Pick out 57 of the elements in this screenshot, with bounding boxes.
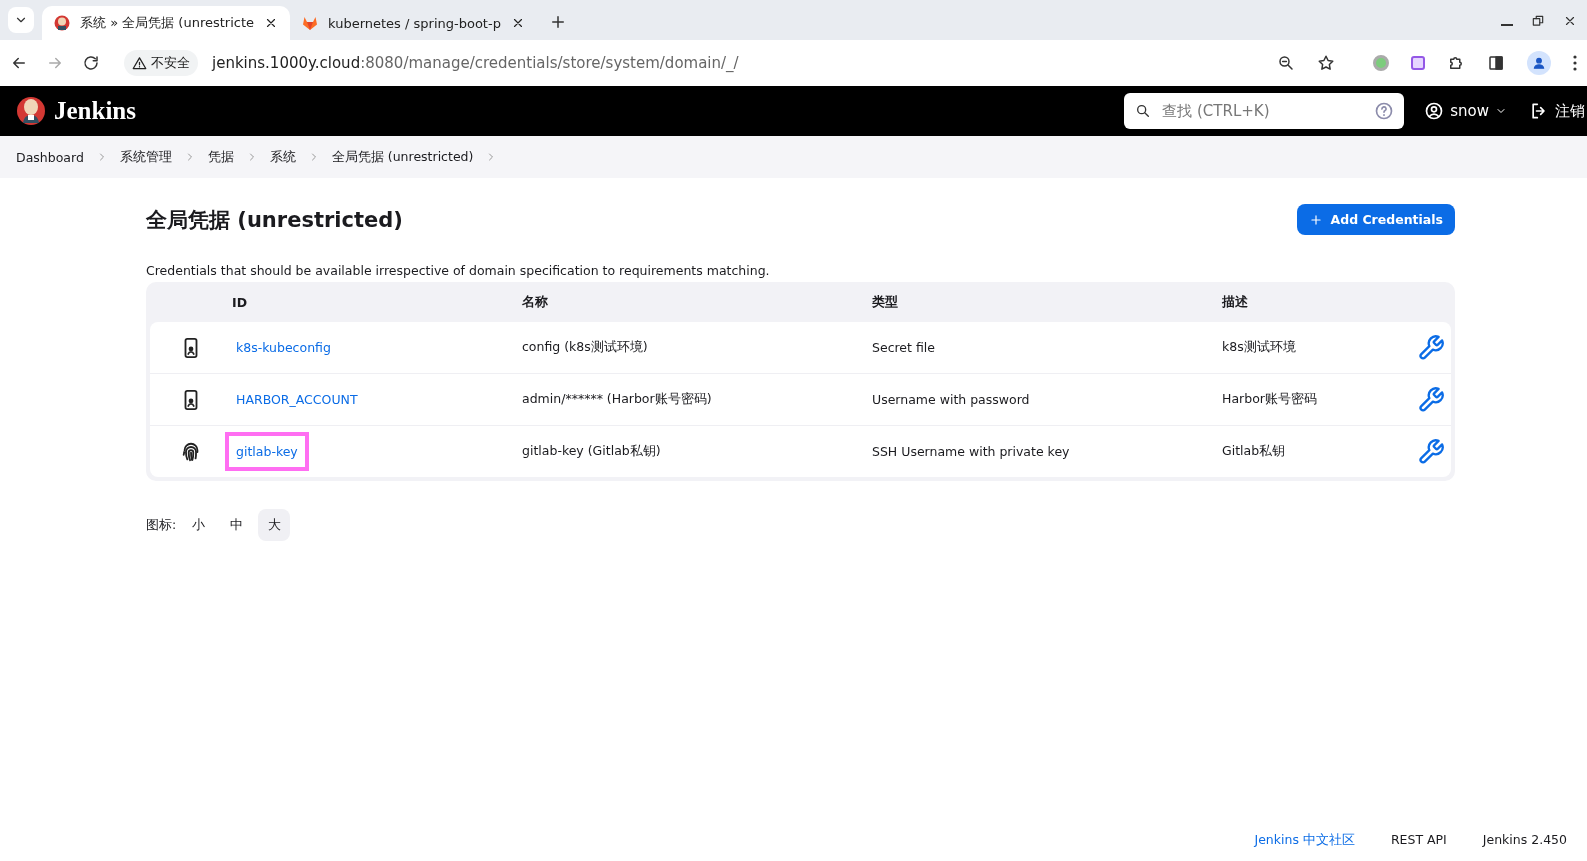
table-cell-text: Secret file [872, 340, 936, 355]
star-icon [1317, 54, 1335, 72]
add-credentials-button[interactable]: Add Credentials [1296, 204, 1455, 235]
page-title: 全局凭据 (unrestricted) [146, 206, 403, 234]
brand-title[interactable]: Jenkins [54, 97, 136, 125]
breadcrumb-link[interactable]: 系统管理 [119, 148, 172, 166]
page-description: Credentials that should be available irrespective of domain specification to requirements matching. [146, 263, 771, 278]
breadcrumb-link[interactable]: 全局凭据 (unrestricted) [331, 148, 474, 166]
table-cell-text: Gitlab私钥 [1222, 443, 1287, 460]
column-header: 类型 [872, 293, 899, 311]
breadcrumb-link[interactable]: 凭据 [207, 148, 234, 166]
restore-icon [1531, 14, 1545, 28]
address-bar-url[interactable]: jenkins.1000y.cloud:8080/manage/credentials/store/system/domain/_/ [212, 54, 739, 72]
extension-icon[interactable] [1411, 56, 1425, 70]
search-icon [1135, 103, 1152, 119]
table-cell-text: SSH Username with private key [872, 444, 1071, 459]
side-panel-icon [1487, 54, 1505, 72]
logout-link[interactable]: 注销 [1523, 100, 1587, 122]
puzzle-icon [1447, 54, 1465, 72]
user-icon [1424, 101, 1445, 121]
table-cell-text: Harbor账号密码 [1222, 391, 1318, 408]
warning-icon [132, 55, 147, 71]
browser-tab[interactable]: kubernetes / spring-boot-p [290, 6, 537, 40]
zoom-out-icon [1277, 54, 1295, 72]
table-cell-text: gitlab-key (Gitlab私钥) [522, 443, 662, 460]
search-field[interactable]: 查找 (CTRL+K) [1124, 93, 1405, 129]
credential-id-link[interactable]: gitlab-key [225, 432, 309, 471]
plus-icon [1308, 212, 1323, 227]
close-icon [1563, 14, 1577, 28]
icon-size-option[interactable]: 小 [182, 509, 215, 541]
table-cell-text: admin/****** (Harbor账号密码) [522, 391, 713, 408]
fox-logo-icon [302, 15, 319, 31]
profile-icon[interactable] [1527, 51, 1551, 75]
table-cell-text: k8s测试环境 [1222, 339, 1297, 356]
butler-logo-icon [54, 15, 70, 31]
person-icon [1532, 56, 1546, 70]
breadcrumb-link[interactable]: Dashboard [16, 149, 84, 165]
reload-icon [82, 54, 100, 72]
icon-size-option[interactable]: 大 [258, 509, 291, 541]
column-header: 描述 [1222, 293, 1249, 311]
browser-tab[interactable]: 系统 » 全局凭据 (unrestricte [42, 6, 291, 40]
help-icon [1374, 101, 1395, 121]
credential-id-link[interactable]: HARBOR_ACCOUNT [225, 380, 369, 419]
footer-link[interactable]: REST API [1390, 832, 1447, 849]
icon-size-label: 图标: [146, 516, 177, 534]
more-icon[interactable] [1573, 55, 1577, 71]
security-indicator[interactable]: 不安全 [124, 50, 198, 76]
column-header: ID [232, 294, 249, 310]
table-cell-text: Username with password [872, 392, 1031, 407]
icon-size-option[interactable]: 中 [220, 509, 253, 541]
credential-id-link[interactable]: k8s-kubeconfig [225, 328, 342, 367]
footer-link[interactable]: Jenkins 2.450 [1482, 832, 1567, 849]
column-header: 名称 [522, 293, 549, 311]
breadcrumb-link[interactable]: 系统 [269, 148, 296, 166]
footer-link[interactable]: Jenkins 中文社区 [1254, 832, 1355, 849]
user-menu[interactable]: snow [1418, 100, 1513, 122]
table-cell-text: config (k8s测试环境) [522, 339, 649, 356]
